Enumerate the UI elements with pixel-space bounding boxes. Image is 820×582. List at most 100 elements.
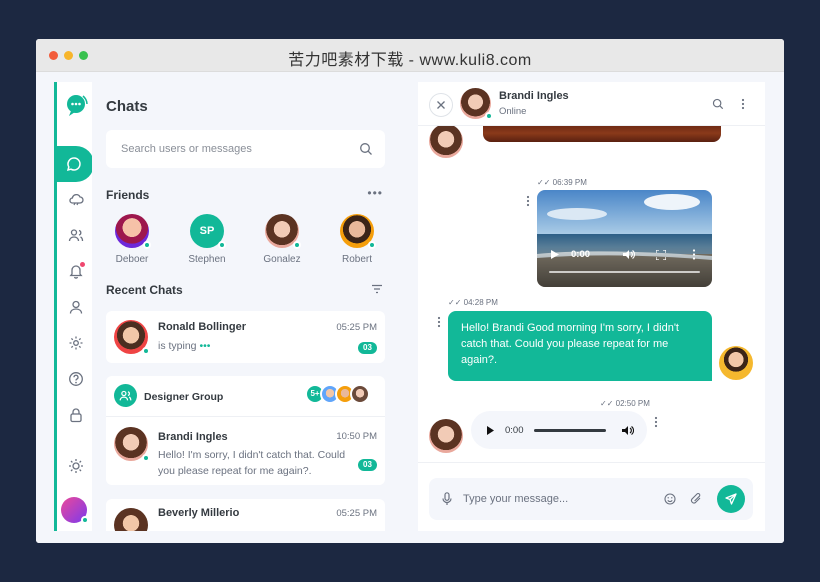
member-avatar: [350, 384, 370, 404]
search-conversation-button[interactable]: [711, 97, 725, 111]
friends-more-icon[interactable]: •••: [367, 186, 383, 200]
theme-toggle-button[interactable]: [65, 455, 87, 477]
chat-preview: is typing •••: [158, 338, 210, 354]
user-icon: [69, 300, 83, 314]
chat-name: Brandi Ingles: [158, 431, 228, 443]
contact-avatar[interactable]: [460, 88, 493, 120]
video-message[interactable]: 0:00: [537, 190, 712, 287]
play-icon[interactable]: [551, 250, 559, 259]
nav-lock-button[interactable]: [65, 404, 87, 426]
nav-contacts-button[interactable]: [65, 224, 87, 246]
friend-name: Stephen: [188, 254, 226, 265]
conversation-menu-button[interactable]: [736, 97, 750, 111]
online-indicator: [218, 241, 226, 249]
play-icon[interactable]: [487, 426, 494, 435]
friend-item[interactable]: Deboer: [102, 214, 162, 265]
composer-divider: [418, 462, 765, 463]
video-menu-icon[interactable]: [692, 249, 696, 260]
audio-progress[interactable]: [534, 429, 606, 432]
message-input[interactable]: Type your message...: [463, 493, 568, 505]
chat-preview: Hello! I'm sorry, I didn't catch that. C…: [158, 447, 345, 479]
message-menu-icon[interactable]: [436, 315, 442, 329]
close-conversation-button[interactable]: [429, 93, 453, 117]
microphone-icon[interactable]: [442, 492, 452, 506]
online-indicator: [293, 241, 301, 249]
chat-list-item[interactable]: Ronald Bollinger 05:25 PM is typing ••• …: [106, 311, 385, 363]
friend-avatar: [340, 214, 376, 249]
video-time: 0:00: [571, 249, 591, 260]
nav-notifications-button[interactable]: [65, 260, 87, 282]
typing-text: is typing: [158, 340, 197, 352]
notification-dot: [80, 262, 85, 267]
search-icon[interactable]: [359, 142, 373, 156]
friend-initials: SP: [199, 225, 215, 237]
conversation-panel: Brandi Ingles Online ✓✓ 06:39 PM 0:00 ✓✓…: [418, 82, 765, 531]
chat-app: Chats Search users or messages Friends •…: [36, 72, 784, 543]
search-input[interactable]: Search users or messages: [121, 143, 252, 155]
chat-icon: [66, 157, 81, 172]
filter-icon[interactable]: [371, 283, 383, 295]
chat-avatar: [114, 427, 150, 462]
message-time-label: 04:28 PM: [463, 298, 498, 307]
nav-chats-button[interactable]: [54, 146, 94, 182]
friend-item[interactable]: Gonalez: [252, 214, 312, 265]
chat-name: Ronald Bollinger: [158, 321, 246, 333]
group-icon: [114, 384, 137, 407]
nav-cloud-button[interactable]: [65, 188, 87, 210]
online-indicator: [142, 454, 150, 462]
recent-chats-title: Recent Chats: [106, 283, 183, 297]
unread-badge: 03: [358, 342, 377, 354]
my-message-avatar: [719, 346, 753, 380]
contact-message-avatar: [429, 124, 463, 158]
nav-profile-button[interactable]: [65, 296, 87, 318]
search-icon: [712, 98, 724, 110]
close-icon: [437, 101, 445, 109]
logo-icon: [67, 95, 88, 116]
message-menu-icon[interactable]: [525, 194, 531, 208]
group-name: Designer Group: [144, 391, 224, 403]
attachment-icon[interactable]: [690, 492, 702, 505]
group-chat-item[interactable]: Designer Group 5+ Brandi Ingles 10:50 PM…: [106, 376, 385, 485]
message-time: ✓✓ 06:39 PM: [537, 178, 587, 187]
fullscreen-icon[interactable]: [656, 250, 666, 260]
video-progress[interactable]: [549, 271, 700, 273]
chat-time: 05:25 PM: [336, 508, 377, 519]
audio-message[interactable]: 0:00: [471, 411, 647, 449]
chat-time: 05:25 PM: [336, 322, 377, 333]
friend-item[interactable]: Robert: [327, 214, 387, 265]
users-icon: [68, 229, 84, 242]
message-menu-icon[interactable]: [653, 415, 659, 429]
nav-help-button[interactable]: [65, 368, 87, 390]
chat-time: 10:50 PM: [336, 431, 377, 442]
chat-preview-line: Hello! I'm sorry, I didn't catch that. C…: [158, 449, 346, 461]
contact-name: Brandi Ingles: [499, 90, 569, 102]
audio-time: 0:00: [505, 425, 524, 436]
online-indicator: [143, 241, 151, 249]
cloud-icon: [69, 193, 84, 206]
browser-window: 苦力吧素材下载 - www.kuli8.com Chats Search use…: [36, 39, 784, 543]
friend-avatar: [265, 214, 301, 249]
send-button[interactable]: [717, 485, 745, 513]
volume-icon[interactable]: [623, 249, 635, 260]
nav-rail: [54, 82, 94, 531]
group-members: 5+: [305, 384, 375, 404]
online-indicator: [368, 241, 376, 249]
conversation-header: Brandi Ingles Online: [418, 82, 765, 126]
online-indicator: [81, 516, 89, 524]
nav-settings-button[interactable]: [65, 332, 87, 354]
search-box[interactable]: Search users or messages: [106, 130, 385, 168]
emoji-icon[interactable]: [664, 493, 676, 505]
volume-icon[interactable]: [622, 425, 634, 436]
message-time-label: 06:39 PM: [552, 178, 587, 187]
chat-list-item[interactable]: Beverly Millerio 05:25 PM: [106, 499, 385, 531]
outgoing-message[interactable]: Hello! Brandi Good morning I'm sorry, I …: [448, 311, 712, 381]
message-time-label: 02:50 PM: [615, 399, 650, 408]
friend-name: Robert: [341, 254, 372, 265]
my-avatar[interactable]: [61, 497, 89, 524]
message-composer[interactable]: Type your message...: [429, 478, 753, 520]
kebab-icon: [741, 98, 745, 110]
lock-icon: [70, 408, 82, 423]
friend-item[interactable]: SP Stephen: [177, 214, 237, 265]
friends-title: Friends: [106, 188, 150, 202]
contact-status: Online: [499, 106, 527, 117]
